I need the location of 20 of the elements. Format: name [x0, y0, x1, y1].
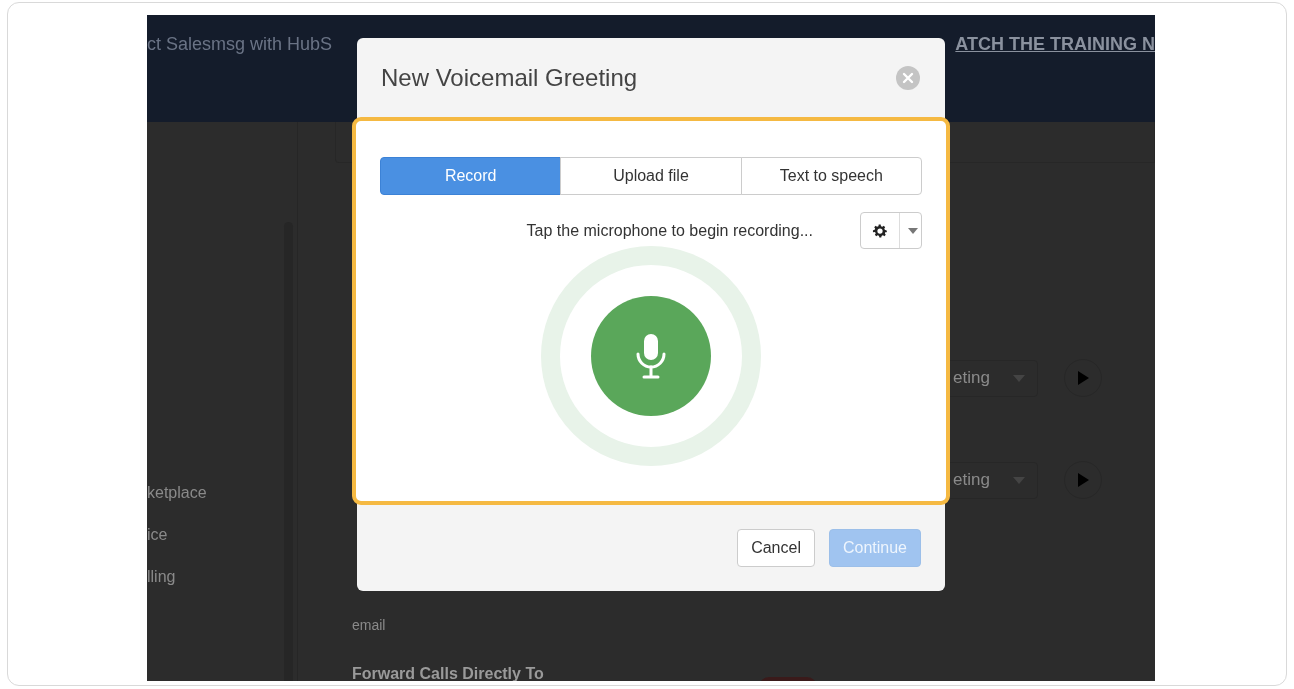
setting-description: email — [352, 617, 387, 633]
caret-icon — [908, 227, 918, 234]
tab[interactable]: Text to speech — [740, 157, 922, 195]
caret-icon — [1013, 374, 1025, 382]
sidebar-item[interactable]: lling — [147, 566, 284, 588]
microphone-icon — [634, 332, 668, 380]
close-icon[interactable] — [896, 65, 920, 90]
tab[interactable]: Upload file — [560, 157, 742, 195]
training-link[interactable]: ATCH THE TRAINING N — [955, 34, 1155, 55]
tab[interactable]: Record — [380, 157, 562, 195]
cancel-button[interactable]: Cancel — [737, 529, 815, 567]
sidebar-item[interactable]: ice — [147, 524, 284, 546]
settings-dropdown[interactable] — [860, 212, 922, 249]
instruction-text: Tap the microphone to begin recording... — [526, 221, 813, 240]
dialog-title: New Voicemail Greeting — [381, 63, 638, 92]
caret-icon — [1013, 476, 1025, 484]
play-icon — [1077, 473, 1089, 487]
play-icon — [1077, 371, 1089, 385]
banner-text: ct Salesmsg with HubS — [147, 34, 333, 55]
sidebar-item[interactable]: ketplace — [147, 482, 284, 504]
